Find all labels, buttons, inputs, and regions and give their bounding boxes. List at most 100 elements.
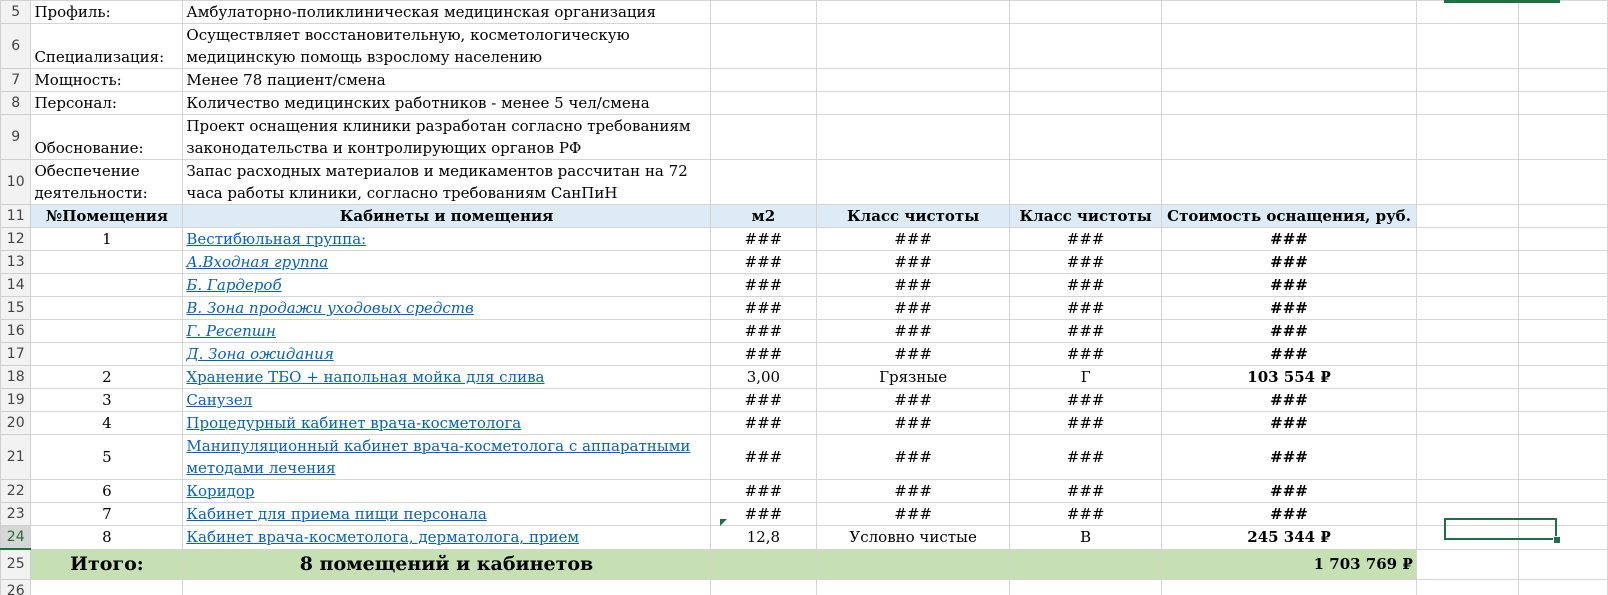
cell[interactable] [709, 68, 818, 92]
room-link[interactable]: Кабинет врача-косметолога, дерматолога, … [186, 528, 579, 546]
cell[interactable] [30, 578, 184, 595]
row-header[interactable]: 26 [0, 578, 32, 595]
cost-cell[interactable]: ### [1161, 250, 1417, 274]
room-link[interactable]: Г. Ресепшн [186, 322, 275, 340]
total-value-cell[interactable]: 1 703 769 ₽ [1161, 548, 1417, 580]
cell[interactable] [1009, 578, 1163, 595]
info-label-cell[interactable]: Обоснование: [30, 114, 184, 160]
row-header[interactable]: 21 [0, 434, 32, 480]
cell[interactable] [1517, 250, 1608, 274]
room-name-cell[interactable]: Б. Гардероб [182, 273, 711, 297]
room-link[interactable]: Д. Зона ожидания [186, 345, 333, 363]
cell[interactable] [1415, 388, 1519, 412]
cell[interactable] [709, 578, 818, 595]
cost-cell[interactable]: ### [1161, 273, 1417, 297]
cell[interactable] [816, 578, 1011, 595]
room-link[interactable]: Хранение ТБО + напольная мойка для слива [186, 368, 544, 386]
row-header[interactable]: 16 [0, 319, 32, 343]
header-cell-name[interactable]: Кабинеты и помещения [182, 204, 711, 228]
cell[interactable] [1415, 114, 1519, 160]
cell[interactable] [1009, 114, 1163, 160]
cell[interactable] [1517, 114, 1608, 160]
cell[interactable] [709, 0, 818, 24]
cost-cell[interactable]: ### [1161, 388, 1417, 412]
row-header[interactable]: 13 [0, 250, 32, 274]
cell[interactable] [1517, 388, 1608, 412]
cleanliness-class-cell[interactable]: ### [816, 296, 1011, 320]
cell[interactable] [1517, 227, 1608, 251]
cell[interactable] [1415, 0, 1519, 24]
cell[interactable] [1415, 23, 1519, 69]
row-header[interactable]: 25 [0, 548, 32, 580]
cost-cell[interactable]: ### [1161, 434, 1417, 480]
area-cell[interactable]: ### [709, 342, 818, 366]
room-number-cell[interactable]: 5 [30, 434, 184, 480]
row-header[interactable]: 12 [0, 227, 32, 251]
room-name-cell[interactable]: Процедурный кабинет врача-косметолога [182, 411, 711, 435]
cell[interactable] [1415, 91, 1519, 115]
cell[interactable] [816, 159, 1011, 205]
info-label-cell[interactable]: Профиль: [30, 0, 184, 24]
cell[interactable] [1517, 342, 1608, 366]
cleanliness-class-cell[interactable]: ### [1009, 296, 1163, 320]
cell[interactable] [1161, 159, 1417, 205]
cost-cell[interactable]: ### [1161, 227, 1417, 251]
header-cell-class1[interactable]: Класс чистоты [816, 204, 1011, 228]
info-value-cell[interactable]: Запас расходных материалов и медикаменто… [182, 159, 711, 205]
cleanliness-class-cell[interactable]: ### [1009, 342, 1163, 366]
row-header[interactable]: 7 [0, 68, 32, 92]
cleanliness-class-cell[interactable]: ### [1009, 502, 1163, 526]
cell[interactable] [1415, 342, 1519, 366]
info-value-cell[interactable]: Осуществляет восстановительную, косметол… [182, 23, 711, 69]
row-header[interactable]: 14 [0, 273, 32, 297]
cleanliness-class-cell[interactable]: ### [1009, 411, 1163, 435]
room-name-cell[interactable]: В. Зона продажи уходовых средств [182, 296, 711, 320]
cell[interactable] [709, 548, 818, 580]
cleanliness-class-cell[interactable]: В [1009, 525, 1163, 550]
cleanliness-class-cell[interactable]: ### [1009, 273, 1163, 297]
cell[interactable] [1415, 548, 1519, 580]
cell[interactable] [1009, 548, 1163, 580]
cell[interactable] [1415, 250, 1519, 274]
cleanliness-class-cell[interactable]: ### [1009, 319, 1163, 343]
room-number-cell[interactable]: 2 [30, 365, 184, 389]
cell[interactable] [1517, 548, 1608, 580]
cell[interactable] [816, 548, 1011, 580]
cell[interactable] [1517, 319, 1608, 343]
room-number-cell[interactable]: 3 [30, 388, 184, 412]
cell[interactable] [1415, 204, 1519, 228]
room-name-cell[interactable]: Санузел [182, 388, 711, 412]
cell[interactable] [816, 23, 1011, 69]
cell[interactable] [1517, 479, 1608, 503]
cost-cell[interactable]: ### [1161, 411, 1417, 435]
row-header[interactable]: 18 [0, 365, 32, 389]
cost-cell[interactable]: 245 344 ₽ [1161, 525, 1417, 550]
row-header[interactable]: 23 [0, 502, 32, 526]
cleanliness-class-cell[interactable]: ### [816, 388, 1011, 412]
header-cell-cost[interactable]: Стоимость оснащения, руб. [1161, 204, 1417, 228]
row-header[interactable]: 19 [0, 388, 32, 412]
room-link[interactable]: В. Зона продажи уходовых средств [186, 299, 473, 317]
cell[interactable] [1415, 434, 1519, 480]
cost-cell[interactable]: ### [1161, 479, 1417, 503]
room-name-cell[interactable]: Кабинет для приема пищи персонала [182, 502, 711, 526]
cell[interactable] [709, 91, 818, 115]
cell[interactable] [1415, 227, 1519, 251]
cell[interactable] [1517, 578, 1608, 595]
room-link[interactable]: А.Входная группа [186, 253, 328, 271]
cell[interactable] [1009, 159, 1163, 205]
cell[interactable] [1009, 0, 1163, 24]
cell[interactable] [1415, 319, 1519, 343]
cell[interactable] [1415, 578, 1519, 595]
room-name-cell[interactable]: Вестибюльная группа: [182, 227, 711, 251]
cell[interactable] [1517, 365, 1608, 389]
room-name-cell[interactable]: Манипуляционный кабинет врача-косметолог… [182, 434, 711, 480]
header-cell-m2[interactable]: м2 [709, 204, 818, 228]
area-cell[interactable]: ### [709, 479, 818, 503]
cell[interactable] [1415, 159, 1519, 205]
room-name-cell[interactable]: Кабинет врача-косметолога, дерматолога, … [182, 525, 711, 550]
row-header[interactable]: 5 [0, 0, 32, 24]
room-name-cell[interactable]: Хранение ТБО + напольная мойка для слива [182, 365, 711, 389]
area-cell[interactable]: ### [709, 434, 818, 480]
cell[interactable] [1415, 68, 1519, 92]
